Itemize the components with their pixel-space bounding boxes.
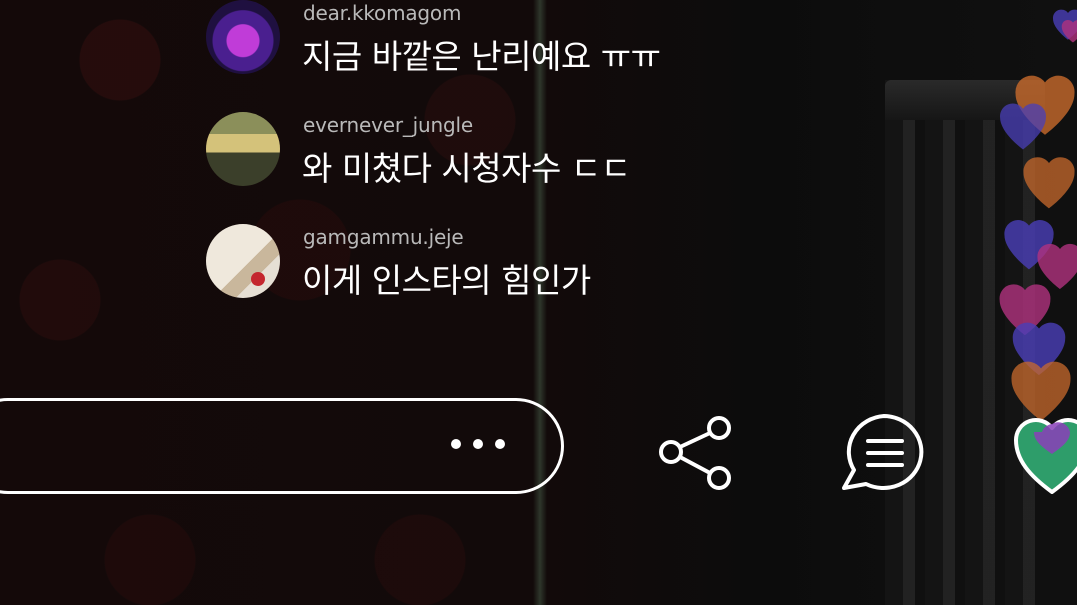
floating-heart-icon — [1000, 103, 1046, 150]
comment-text: 와 미쳤다 시청자수 ㄷㄷ — [302, 149, 631, 188]
avatar[interactable] — [206, 112, 280, 186]
comment-username[interactable]: gamgammu.jeje — [303, 225, 464, 249]
avatar[interactable] — [206, 0, 280, 74]
heart-icon — [1014, 418, 1077, 494]
comment-text: 이게 인스타의 힘인가 — [302, 261, 591, 300]
avatar[interactable] — [206, 224, 280, 298]
background-pole — [533, 0, 547, 605]
comment-text: 지금 바깥은 난리예요 ㅠㅠ — [302, 37, 661, 76]
ellipsis-icon[interactable] — [451, 439, 505, 450]
floating-heart-icon — [1061, 19, 1077, 43]
comment-username[interactable]: evernever_jungle — [303, 113, 473, 137]
share-icon — [659, 416, 731, 490]
comment-username[interactable]: dear.kkomagom — [303, 1, 461, 25]
share-button[interactable] — [656, 412, 736, 492]
chat-button[interactable] — [838, 410, 930, 494]
like-button[interactable] — [1012, 402, 1077, 498]
comment-input[interactable] — [0, 398, 564, 494]
floating-heart-icon — [1023, 157, 1075, 209]
chat-bubble-icon — [842, 414, 924, 490]
